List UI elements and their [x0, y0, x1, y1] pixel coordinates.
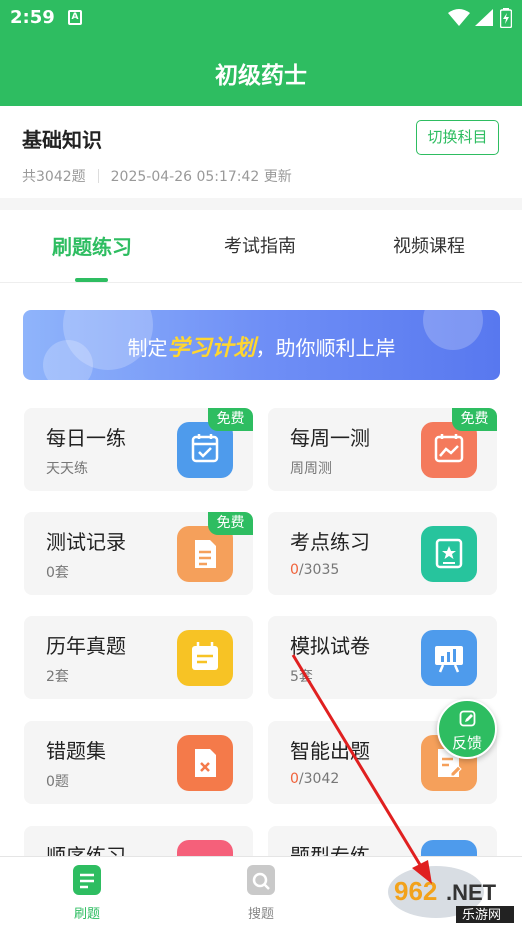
banner-highlight: 学习计划	[167, 336, 256, 361]
practice-content: 制定学习计划，助你顺利上岸 每日一练 天天练 免费 每周一测 周周测 免费 测试…	[0, 283, 522, 856]
calendar-list-icon	[177, 630, 233, 686]
done-count: 0	[290, 562, 299, 578]
card-title: 每日一练	[46, 426, 126, 450]
card-question-type-practice[interactable]: 题型专练	[268, 826, 497, 856]
card-subtitle: 0套	[46, 565, 69, 581]
study-plan-banner[interactable]: 制定学习计划，助你顺利上岸	[23, 310, 500, 380]
feedback-label: 反馈	[451, 734, 482, 752]
card-subtitle: 周周测	[290, 461, 332, 477]
subject-name: 基础知识	[22, 128, 102, 152]
list-icon	[177, 840, 233, 856]
banner-suffix: ，助你顺利上岸	[255, 336, 396, 360]
card-subtitle: 5套	[290, 669, 313, 685]
card-title: 顺序练习	[46, 844, 126, 856]
meta-divider	[97, 169, 99, 183]
subject-meta: 共3042题 2025-04-26 05:17:42 更新	[22, 166, 292, 186]
total-count: /3042	[298, 771, 340, 787]
status-time: 2:59	[10, 7, 55, 28]
card-subtitle: 2套	[46, 669, 69, 685]
card-sequential-practice[interactable]: 顺序练习	[24, 826, 253, 856]
free-badge: 免费	[452, 408, 497, 431]
notification-a-icon: A	[68, 10, 82, 25]
question-count: 共3042题	[22, 169, 86, 185]
nav-label: 搜题	[247, 907, 274, 922]
banner-prefix: 制定	[127, 336, 168, 360]
status-bar: 2:59 A	[0, 0, 522, 36]
app-header: 初级药士	[0, 36, 522, 106]
nav-label: 刷题	[73, 907, 100, 922]
card-past-exams[interactable]: 历年真题 2套	[24, 616, 253, 699]
search-icon	[247, 865, 275, 895]
card-key-point-practice[interactable]: 考点练习 0/3035	[268, 512, 497, 595]
wifi-icon	[448, 9, 470, 26]
svg-text:乐游网: 乐游网	[462, 908, 501, 923]
tab-video-course[interactable]: 视频课程	[349, 232, 509, 258]
page-title: 初级药士	[215, 63, 307, 89]
banner-text: 制定学习计划，助你顺利上岸	[23, 330, 500, 362]
feedback-button[interactable]: 反馈	[437, 699, 497, 759]
svg-text:962: 962	[394, 876, 437, 906]
presentation-chart-icon	[421, 630, 477, 686]
active-tab-indicator	[75, 278, 108, 282]
card-title: 错题集	[46, 739, 106, 763]
free-badge: 免费	[208, 408, 253, 431]
tab-exam-guide[interactable]: 考试指南	[180, 232, 340, 258]
card-test-record[interactable]: 测试记录 0套 免费	[24, 512, 253, 595]
card-subtitle: 天天练	[46, 461, 88, 477]
updated-time: 2025-04-26 05:17:42 更新	[110, 169, 292, 185]
free-badge: 免费	[208, 512, 253, 535]
card-subtitle: 0题	[46, 774, 69, 790]
card-title: 测试记录	[46, 530, 126, 554]
card-title: 历年真题	[46, 634, 126, 658]
svg-text:.NET: .NET	[446, 880, 497, 905]
nav-item-search[interactable]: 搜题	[221, 865, 301, 922]
tabs-bar: 刷题练习 考试指南 视频课程	[0, 210, 522, 283]
done-count: 0	[290, 771, 299, 787]
card-wrong-questions[interactable]: 错题集 0题	[24, 721, 253, 804]
edit-icon	[459, 710, 476, 727]
card-daily-practice[interactable]: 每日一练 天天练 免费	[24, 408, 253, 491]
tab-practice[interactable]: 刷题练习	[12, 231, 172, 260]
wrong-file-icon	[177, 735, 233, 791]
card-title: 题型专练	[290, 844, 370, 856]
battery-icon	[500, 8, 512, 28]
card-subtitle: 0/3042	[290, 771, 339, 787]
practice-icon	[73, 865, 101, 895]
signal-icon	[475, 9, 493, 26]
star-board-icon	[421, 526, 477, 582]
card-title: 考点练习	[290, 530, 370, 554]
card-title: 智能出题	[290, 739, 370, 763]
total-count: /3035	[298, 562, 340, 578]
grid-icon	[421, 840, 477, 856]
card-weekly-test[interactable]: 每周一测 周周测 免费	[268, 408, 497, 491]
card-title: 每周一测	[290, 426, 370, 450]
nav-item-practice[interactable]: 刷题	[47, 865, 127, 922]
card-mock-exam[interactable]: 模拟试卷 5套	[268, 616, 497, 699]
card-subtitle: 0/3035	[290, 562, 339, 578]
switch-subject-button[interactable]: 切换科目	[416, 120, 499, 155]
card-title: 模拟试卷	[290, 634, 370, 658]
watermark-logo: 962 .NET 乐游网	[388, 866, 514, 923]
